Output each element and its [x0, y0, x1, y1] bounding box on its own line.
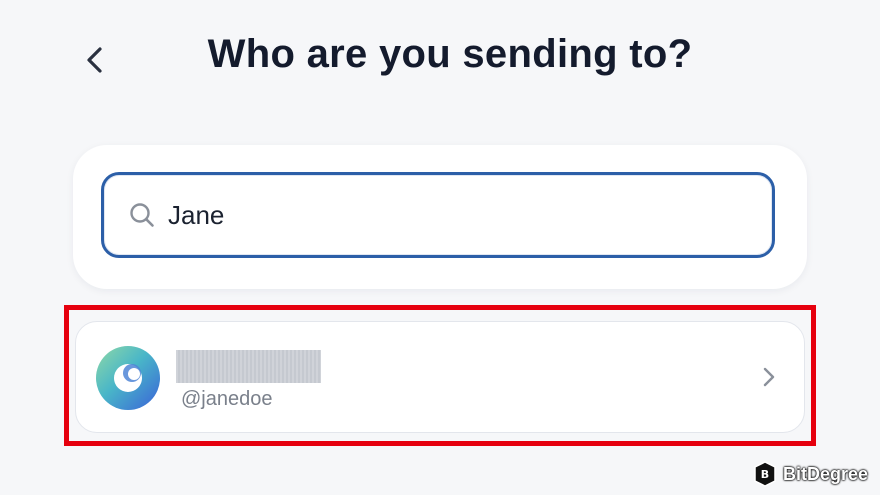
watermark-text: BitDegree	[782, 463, 868, 484]
recipient-name-redacted	[176, 350, 321, 383]
search-card	[73, 145, 807, 289]
chevron-right-icon	[763, 367, 775, 387]
search-input[interactable]	[168, 199, 728, 231]
page-title: Who are you sending to?	[207, 32, 693, 76]
recipient-handle: @janedoe	[181, 388, 273, 410]
bitdegree-watermark: B BitDegree	[753, 461, 868, 487]
svg-text:B: B	[761, 468, 769, 481]
recipient-result-item[interactable]: @janedoe	[75, 321, 805, 433]
avatar	[96, 346, 160, 410]
search-field[interactable]	[101, 172, 775, 258]
search-icon	[128, 201, 156, 229]
bitdegree-logo-icon: B	[754, 461, 776, 487]
